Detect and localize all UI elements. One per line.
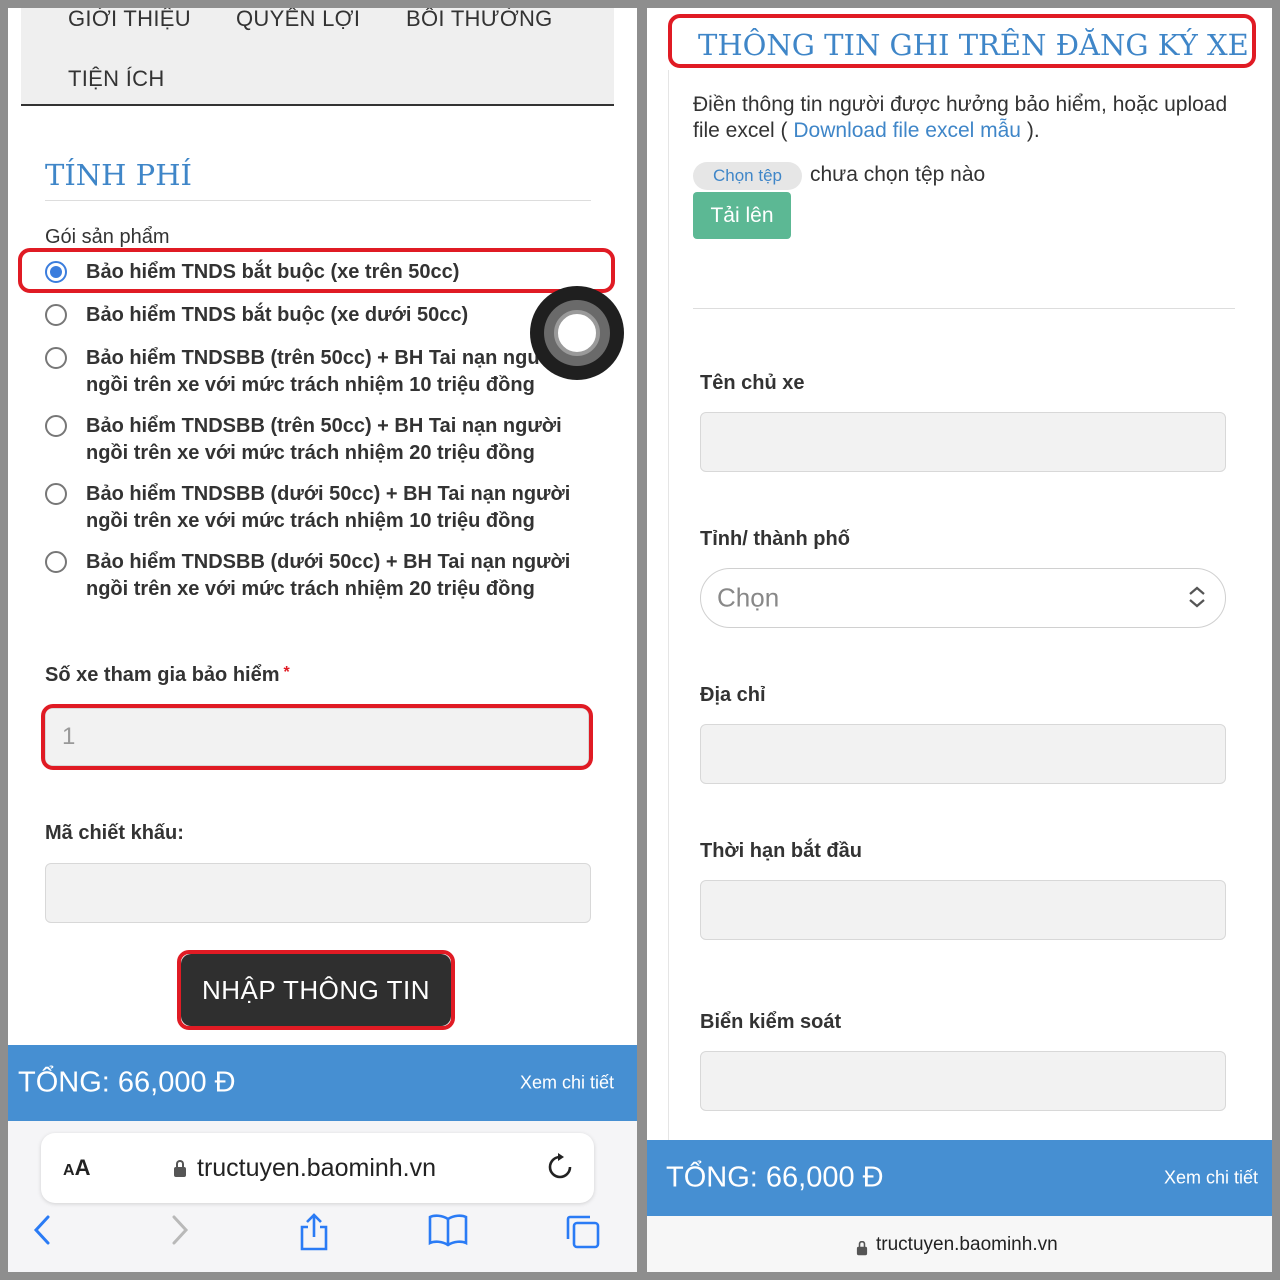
license-plate-label: Biển kiểm soát: [700, 1011, 842, 1033]
start-date-label: Thời hạn bắt đầu: [700, 840, 862, 862]
radio-button[interactable]: [45, 415, 67, 437]
left-screenshot-panel: GIỚI THIỆU QUYỀN LỢI BỒI THƯỜNG TIỆN ÍCH…: [8, 8, 637, 1272]
required-star: *: [283, 664, 290, 681]
url-text[interactable]: tructuyen.baominh.vn: [876, 1234, 1058, 1256]
address-label: Địa chỉ: [700, 684, 766, 706]
text-size-button[interactable]: AA: [63, 1155, 90, 1181]
desc-suffix: ).: [1021, 119, 1040, 142]
upload-description: Điền thông tin người được hưởng bảo hiểm…: [693, 92, 1243, 144]
assistive-touch-button[interactable]: [530, 286, 624, 380]
package-option-label: Bảo hiểm TNDSBB (trên 50cc) + BH Tai nạn…: [86, 347, 562, 396]
share-icon[interactable]: [298, 1213, 330, 1260]
address-input[interactable]: [700, 724, 1226, 784]
upload-button[interactable]: Tải lên: [693, 192, 791, 239]
radio-button[interactable]: [45, 483, 67, 505]
view-details-link[interactable]: Xem chi tiết: [1164, 1168, 1258, 1189]
total-bar: TỔNG: 66,000 Đ Xem chi tiết: [647, 1140, 1272, 1216]
nav-quyen-loi[interactable]: QUYỀN LỢI: [236, 8, 360, 32]
package-option[interactable]: Bảo hiểm TNDSBB (dưới 50cc) + BH Tai nạn…: [45, 481, 585, 535]
license-plate-input[interactable]: [700, 1051, 1226, 1111]
file-status-text: chưa chọn tệp nào: [810, 163, 986, 186]
package-option[interactable]: Bảo hiểm TNDS bắt buộc (xe dưới 50cc): [45, 302, 585, 329]
nav-boi-thuong[interactable]: BỒI THƯỜNG: [406, 8, 553, 32]
address-bar[interactable]: AA tructuyen.baominh.vn: [41, 1133, 594, 1203]
discount-code-input[interactable]: [45, 863, 591, 923]
vehicle-count-label-text: Số xe tham gia bảo hiểm: [45, 664, 280, 686]
nav-tien-ich[interactable]: TIỆN ÍCH: [68, 66, 165, 92]
text-size-big: A: [74, 1155, 91, 1180]
tabs-icon[interactable]: [564, 1213, 602, 1260]
title-highlight: THÔNG TIN GHI TRÊN ĐĂNG KÝ XE: [668, 14, 1256, 68]
registration-info-title: THÔNG TIN GHI TRÊN ĐĂNG KÝ XE: [698, 28, 1249, 62]
radio-button[interactable]: [45, 304, 67, 326]
reload-icon[interactable]: [547, 1153, 573, 1188]
start-date-input[interactable]: [700, 880, 1226, 940]
divider: [45, 200, 591, 201]
enter-info-button[interactable]: NHẬP THÔNG TIN: [181, 954, 451, 1026]
forward-icon[interactable]: [168, 1213, 192, 1256]
package-option[interactable]: Bảo hiểm TNDSBB (trên 50cc) + BH Tai nạn…: [45, 413, 585, 467]
owner-name-label: Tên chủ xe: [700, 372, 805, 394]
package-option[interactable]: Bảo hiểm TNDSBB (trên 50cc) + BH Tai nạn…: [45, 345, 585, 399]
radio-button[interactable]: [45, 347, 67, 369]
right-screenshot-panel: THÔNG TIN GHI TRÊN ĐĂNG KÝ XE Điền thông…: [647, 8, 1272, 1272]
vehicle-count-label: Số xe tham gia bảo hiểm *: [45, 664, 290, 687]
total-bar: TỔNG: 66,000 Đ Xem chi tiết: [8, 1045, 637, 1121]
download-template-link[interactable]: Download file excel mẫu: [793, 119, 1021, 142]
selected-option-highlight: [18, 248, 615, 293]
section-title: TÍNH PHÍ: [45, 158, 192, 192]
back-icon[interactable]: [30, 1213, 54, 1256]
package-option[interactable]: Bảo hiểm TNDSBB (dưới 50cc) + BH Tai nạn…: [45, 549, 585, 603]
total-amount: TỔNG: 66,000 Đ: [18, 1066, 236, 1099]
assistive-touch-center: [554, 310, 600, 356]
total-amount: TỔNG: 66,000 Đ: [666, 1161, 884, 1194]
province-select[interactable]: Chọn: [700, 568, 1226, 628]
select-chevrons-icon: [1187, 585, 1207, 611]
vehicle-count-highlight: [41, 704, 593, 770]
discount-code-label: Mã chiết khấu:: [45, 822, 184, 844]
province-select-value: Chọn: [717, 582, 780, 613]
product-package-label: Gói sản phẩm: [45, 226, 170, 248]
browser-chrome: AA tructuyen.baominh.vn: [8, 1121, 637, 1272]
top-nav: GIỚI THIỆU QUYỀN LỢI BỒI THƯỜNG TIỆN ÍCH: [21, 8, 614, 106]
package-option-label: Bảo hiểm TNDSBB (dưới 50cc) + BH Tai nạn…: [86, 483, 571, 532]
nav-gioi-thieu[interactable]: GIỚI THIỆU: [68, 8, 191, 32]
province-label: Tỉnh/ thành phố: [700, 528, 850, 550]
radio-button[interactable]: [45, 551, 67, 573]
bookmarks-icon[interactable]: [428, 1213, 468, 1256]
owner-name-input[interactable]: [700, 412, 1226, 472]
lock-icon: [856, 1240, 868, 1256]
divider: [693, 308, 1235, 309]
browser-url-strip: tructuyen.baominh.vn: [647, 1216, 1272, 1272]
card-edge: [668, 70, 669, 1140]
package-option-label: Bảo hiểm TNDSBB (trên 50cc) + BH Tai nạn…: [86, 415, 562, 464]
url-text: tructuyen.baominh.vn: [197, 1154, 437, 1182]
view-details-link[interactable]: Xem chi tiết: [520, 1073, 614, 1094]
choose-file-button[interactable]: Chọn tệp: [693, 162, 802, 190]
text-size-small: A: [63, 1162, 75, 1179]
lock-icon: [174, 1160, 186, 1177]
package-option-label: Bảo hiểm TNDS bắt buộc (xe dưới 50cc): [86, 304, 469, 326]
package-option-label: Bảo hiểm TNDSBB (dưới 50cc) + BH Tai nạn…: [86, 551, 571, 600]
